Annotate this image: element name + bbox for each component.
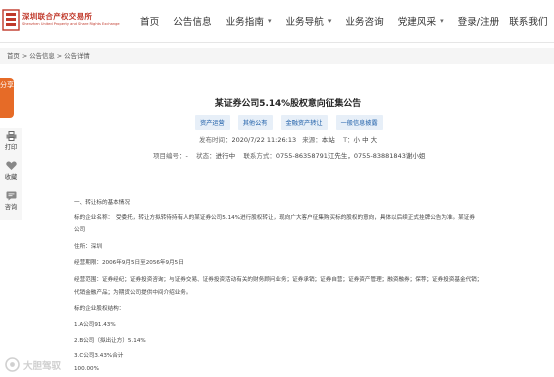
article-title: 某证券公司5.14%股权意向征集公告 bbox=[214, 99, 362, 109]
paragraph: 公司 bbox=[74, 227, 86, 233]
watermark: 大胆驾驭 bbox=[5, 357, 61, 372]
paragraph: 1.A公司91.43% bbox=[74, 322, 116, 328]
share-label: 分享 bbox=[0, 81, 14, 89]
heart-icon bbox=[5, 161, 17, 170]
breadcrumb: 首页 > 公告信息 > 公告详情 bbox=[0, 48, 554, 64]
watermark-text: 大胆驾驭 bbox=[23, 360, 62, 372]
paragraph: 标的企业股权结构： bbox=[74, 306, 125, 312]
paragraph: 3.C公司3.43%合计 bbox=[74, 353, 124, 359]
nav-contact-us-label: 联系我们 bbox=[509, 17, 548, 28]
printer-icon bbox=[6, 131, 16, 141]
site-logo[interactable]: 深圳联合产权交易所 Shenzhen United Property and S… bbox=[2, 7, 122, 35]
font-size-label: T： bbox=[343, 136, 354, 144]
article-container: 某证券公司5.14%股权意向征集公告 资产运营 其他公有 金融资产转让 一般信息… bbox=[22, 64, 554, 377]
font-size-options[interactable]: 小 中 大 bbox=[354, 136, 378, 144]
article-meta: 发布时间：2020/7/22 11:26:13 来源：本站 T：小 中 大 bbox=[199, 134, 377, 144]
paragraph: 标的企业名称： 受委托，转让方拟转待持有人的某证券公司5.14%进行股权转让，现… bbox=[74, 215, 475, 221]
tag-other-public[interactable]: 其他公有 bbox=[237, 115, 273, 130]
chevron-down-icon: ▾ bbox=[440, 17, 444, 25]
side-toolbar: 打印 收藏 咨询 bbox=[0, 128, 22, 220]
nav-announcements-label: 公告信息 bbox=[173, 17, 212, 28]
share-button[interactable]: 分享 bbox=[0, 78, 14, 118]
paragraph: 代销金融产品；为期货公司提供中间介绍业务。 bbox=[74, 290, 192, 296]
paragraph: 住所：深圳 bbox=[74, 244, 102, 250]
breadcrumb-text[interactable]: 首页 > 公告信息 > 公告详情 bbox=[7, 51, 90, 60]
tag-asset-operation[interactable]: 资产运营 bbox=[195, 115, 230, 130]
tag-financial-asset-transfer[interactable]: 金融资产转让 bbox=[280, 115, 328, 130]
source-label: 来源： bbox=[302, 136, 322, 144]
logo-mark-icon bbox=[2, 9, 20, 31]
status-value: 进行中 bbox=[215, 152, 236, 160]
nav-business-guide[interactable]: 业务指南 ▾ bbox=[226, 14, 272, 28]
paragraph: 2.B公司（拟出让方）5.14% bbox=[74, 338, 146, 344]
paragraph: 经营范围：证券经纪；证券投资咨询；与证券交易、证券投资活动有关的财务顾问业务；证… bbox=[74, 277, 483, 283]
nav-announcements[interactable]: 公告信息 bbox=[173, 14, 211, 28]
paragraph: 100.00% bbox=[74, 366, 99, 372]
print-button[interactable]: 打印 bbox=[2, 131, 20, 151]
watermark-logo-icon bbox=[5, 357, 20, 372]
nav-party-building[interactable]: 党建风采 ▾ bbox=[398, 14, 444, 28]
nav-business-guide-label: 业务指南 bbox=[225, 17, 264, 28]
project-meta: 项目编号：- 状态：进行中 联系方式：0755-86358791江先生，0755… bbox=[153, 150, 425, 160]
publish-time: 2020/7/22 11:26:13 bbox=[231, 136, 297, 144]
source-value: 本站 bbox=[321, 136, 335, 144]
paragraph: 经营期限：2006年9月5日至2056年9月5日 bbox=[74, 260, 184, 266]
paragraph: 一、转让标的基本情况 bbox=[74, 200, 130, 206]
article-tags: 资产运营 其他公有 金融资产转让 一般信息披露 bbox=[195, 115, 391, 130]
contact-value: 0755-86358791江先生，0755-83881843谢小姐 bbox=[275, 152, 426, 160]
chevron-down-icon: ▾ bbox=[267, 17, 272, 25]
tag-general-disclosure[interactable]: 一般信息披露 bbox=[335, 115, 383, 130]
site-header: 深圳联合产权交易所 Shenzhen United Property and S… bbox=[0, 0, 554, 43]
logo-text-en: Shenzhen United Property and Share Right… bbox=[22, 22, 120, 26]
main-nav: 首页 公告信息 业务指南 ▾ 业务导航 ▾ 业务咨询 党建风采 ▾ 登录/注册 联系我… bbox=[140, 0, 554, 42]
nav-party-building-label: 党建风采 bbox=[397, 17, 437, 28]
nav-business-consulting[interactable]: 业务咨询 bbox=[345, 14, 383, 28]
nav-business-navigation-label: 业务导航 bbox=[285, 17, 324, 28]
consult-button[interactable]: 咨询 bbox=[2, 191, 20, 211]
nav-login-register[interactable]: 登录/注册 bbox=[458, 14, 500, 28]
project-no-label: 项目编号： bbox=[153, 152, 186, 160]
nav-login-register-label: 登录/注册 bbox=[457, 17, 500, 28]
favorite-label: 收藏 bbox=[4, 174, 18, 181]
nav-business-consulting-label: 业务咨询 bbox=[345, 17, 384, 28]
contact-label: 联系方式： bbox=[243, 152, 276, 160]
favorite-button[interactable]: 收藏 bbox=[2, 161, 20, 181]
logo-text-cn: 深圳联合产权交易所 bbox=[22, 12, 93, 21]
nav-home-label: 首页 bbox=[140, 17, 160, 28]
nav-business-navigation[interactable]: 业务导航 ▾ bbox=[285, 14, 331, 28]
nav-home[interactable]: 首页 bbox=[140, 14, 159, 28]
publish-time-label: 发布时间： bbox=[199, 136, 232, 144]
status-label: 状态： bbox=[196, 152, 216, 160]
project-no-value: - bbox=[185, 152, 188, 160]
consult-label: 咨询 bbox=[4, 204, 18, 211]
nav-contact-us[interactable]: 联系我们 bbox=[509, 14, 547, 28]
chat-icon bbox=[6, 191, 16, 201]
print-label: 打印 bbox=[4, 144, 18, 151]
chevron-down-icon: ▾ bbox=[327, 17, 332, 25]
